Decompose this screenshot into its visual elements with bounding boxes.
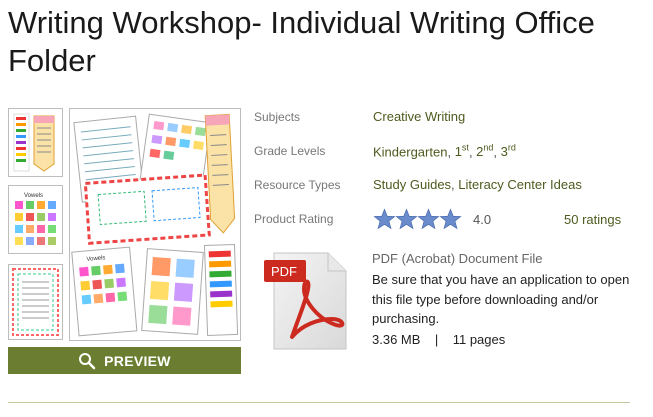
resource-types-label: Resource Types xyxy=(254,178,341,192)
preview-label: PREVIEW xyxy=(104,352,171,369)
thumbnail-3[interactable] xyxy=(8,264,63,340)
subjects-row: Subjects Creative Writing xyxy=(254,108,644,128)
resource-type-link[interactable]: Literacy Center Ideas xyxy=(458,177,582,192)
grade-link-3rd[interactable]: 3rd xyxy=(501,143,516,159)
file-description: Be sure that you have an application to … xyxy=(372,272,630,326)
svg-text:Vowels: Vowels xyxy=(24,193,43,199)
product-main-image[interactable]: Vowels xyxy=(69,108,241,341)
thumbnail-2[interactable]: Vowels xyxy=(8,185,63,254)
pdf-file-icon: PDF xyxy=(264,252,347,350)
divider xyxy=(8,402,630,403)
grade-link-2nd[interactable]: 2nd xyxy=(476,143,493,159)
subject-link[interactable]: Creative Writing xyxy=(373,109,465,124)
resource-type-link[interactable]: Study Guides xyxy=(373,177,451,192)
product-rating-label: Product Rating xyxy=(254,212,334,226)
preview-button[interactable]: PREVIEW xyxy=(8,347,241,374)
star-icon xyxy=(417,208,440,230)
grade-levels-row: Grade Levels Kindergarten, 1st, 2nd, 3rd xyxy=(254,143,516,160)
rating-stars xyxy=(373,208,462,230)
star-icon xyxy=(373,208,396,230)
page-count: 11 pages xyxy=(452,332,506,347)
ratings-count-link[interactable]: 50 ratings xyxy=(564,212,621,227)
file-type: PDF (Acrobat) Document File xyxy=(372,251,543,266)
rating-value: 4.0 xyxy=(473,212,492,227)
grade-link-kindergarten[interactable]: Kindergarten xyxy=(373,144,447,159)
star-icon xyxy=(395,208,418,230)
star-icon xyxy=(439,208,462,230)
grade-link-1st[interactable]: 1st xyxy=(455,143,469,159)
resource-types-row: Resource Types Study Guides, Literacy Ce… xyxy=(254,177,582,192)
thumbnail-1[interactable] xyxy=(8,108,63,177)
svg-text:PDF: PDF xyxy=(271,264,297,279)
grade-levels-label: Grade Levels xyxy=(254,144,326,158)
subjects-label: Subjects xyxy=(254,110,301,124)
magnifier-icon xyxy=(79,352,96,369)
meta-separator: | xyxy=(434,332,439,347)
product-rating-row: Product Rating 4.0 50 ratings xyxy=(254,208,644,230)
file-size: 3.36 MB xyxy=(372,332,421,347)
product-title: Writing Workshop- Individual Writing Off… xyxy=(8,5,595,78)
file-meta: 3.36 MB | 11 pages xyxy=(372,332,505,347)
